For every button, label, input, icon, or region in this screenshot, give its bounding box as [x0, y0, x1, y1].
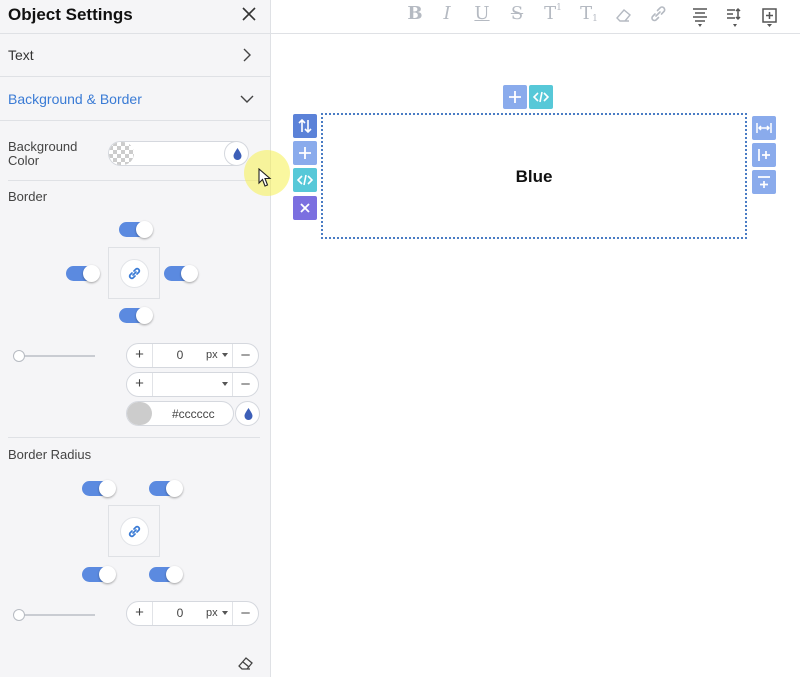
- plus-icon: [299, 147, 311, 159]
- superscript-button[interactable]: T1: [542, 3, 564, 27]
- divider: [8, 180, 260, 181]
- transparent-swatch[interactable]: [109, 142, 134, 165]
- border-style-decrease-button[interactable]: –: [232, 373, 258, 396]
- underline-button[interactable]: U: [473, 3, 491, 27]
- add-column-button[interactable]: [752, 143, 776, 167]
- border-radius-increase-button[interactable]: +: [127, 602, 153, 625]
- caret-down-icon[interactable]: [222, 382, 228, 386]
- radius-link-button[interactable]: [120, 517, 149, 546]
- border-width-slider[interactable]: [13, 350, 95, 362]
- section-text[interactable]: Text: [0, 34, 270, 77]
- subscript-button[interactable]: T1: [577, 3, 601, 27]
- border-color-picker-button[interactable]: [235, 401, 260, 426]
- border-radius-slider[interactable]: [13, 609, 95, 621]
- plus-icon: [509, 91, 521, 103]
- color-drop-icon: [244, 408, 253, 420]
- italic-button[interactable]: I: [439, 3, 455, 27]
- strikethrough-button[interactable]: S: [508, 3, 526, 27]
- panel-header: Object Settings: [0, 0, 270, 34]
- move-element-button[interactable]: [293, 114, 317, 138]
- link-icon[interactable]: [648, 4, 668, 24]
- object-settings-panel: Object Settings Text Background & Border…: [0, 0, 271, 677]
- link-icon: [128, 525, 141, 538]
- border-width-increase-button[interactable]: +: [127, 344, 153, 367]
- line-height-icon[interactable]: [725, 6, 745, 28]
- border-bottom-toggle[interactable]: [119, 307, 153, 324]
- color-drop-icon: [233, 148, 242, 160]
- delete-element-button[interactable]: [293, 196, 317, 220]
- code-icon: [532, 91, 550, 103]
- radius-top-left-toggle[interactable]: [82, 480, 116, 497]
- border-radius-label: Border Radius: [8, 447, 92, 462]
- border-radius-unit[interactable]: px: [206, 607, 218, 619]
- cursor-highlight: [244, 150, 290, 196]
- radius-top-right-toggle[interactable]: [149, 480, 183, 497]
- code-element-button[interactable]: [529, 85, 553, 109]
- chevron-down-icon: [240, 95, 254, 103]
- chevron-right-icon: [243, 48, 251, 62]
- expand-horizontal-icon: [756, 123, 772, 133]
- background-color-label: Background Color: [8, 140, 77, 168]
- border-radius-decrease-button[interactable]: –: [232, 602, 258, 625]
- panel-title: Object Settings: [8, 5, 133, 24]
- border-top-toggle[interactable]: [119, 221, 153, 238]
- border-left-toggle[interactable]: [66, 265, 100, 282]
- slider-knob[interactable]: [13, 609, 25, 621]
- clear-format-icon[interactable]: [614, 5, 634, 25]
- close-button[interactable]: [238, 3, 260, 25]
- code-icon: [296, 174, 314, 186]
- radius-bottom-right-toggle[interactable]: [149, 566, 183, 583]
- border-width-stepper: + 0 px –: [126, 343, 259, 368]
- background-color-label-line1: Background: [8, 139, 78, 154]
- border-color-field[interactable]: #cccccc: [126, 401, 234, 426]
- close-icon: [300, 203, 310, 213]
- formatting-toolbar: B I U S T1 T1: [271, 0, 800, 34]
- bold-button[interactable]: B: [406, 3, 424, 27]
- close-icon: [242, 7, 256, 21]
- slider-knob[interactable]: [13, 350, 25, 362]
- border-radius-stepper: + 0 px –: [126, 601, 259, 626]
- border-width-decrease-button[interactable]: –: [232, 344, 258, 367]
- link-icon: [128, 267, 141, 280]
- caret-down-icon: [222, 353, 228, 357]
- mouse-pointer-icon: [258, 168, 272, 187]
- border-link-box: [108, 247, 160, 299]
- subscript-label: T: [580, 3, 593, 24]
- border-color-hex[interactable]: #cccccc: [172, 407, 215, 421]
- border-right-toggle[interactable]: [164, 265, 198, 282]
- superscript-label: T: [544, 3, 557, 24]
- border-style-increase-button[interactable]: +: [127, 373, 153, 396]
- code-view-button[interactable]: [293, 168, 317, 192]
- border-radius-value[interactable]: 0: [167, 606, 193, 620]
- section-background-border[interactable]: Background & Border: [0, 78, 270, 121]
- border-color-swatch[interactable]: [127, 402, 152, 425]
- border-link-button[interactable]: [120, 259, 149, 288]
- add-row-button[interactable]: [752, 170, 776, 194]
- caret-down-icon: [222, 611, 228, 615]
- align-center-icon[interactable]: [690, 6, 710, 28]
- radius-bottom-left-toggle[interactable]: [82, 566, 116, 583]
- slider-track: [17, 614, 95, 616]
- border-width-unit[interactable]: px: [206, 349, 218, 361]
- add-column-icon: [758, 149, 770, 161]
- full-width-button[interactable]: [752, 116, 776, 140]
- section-background-border-label: Background & Border: [8, 91, 142, 107]
- slider-track: [17, 355, 95, 357]
- border-style-stepper: + –: [126, 372, 259, 397]
- selected-element[interactable]: Blue: [321, 113, 747, 239]
- border-label: Border: [8, 189, 48, 204]
- add-element-button[interactable]: [293, 141, 317, 165]
- divider: [8, 437, 260, 438]
- add-row-icon: [758, 176, 770, 188]
- element-text[interactable]: Blue: [323, 167, 745, 187]
- section-text-label: Text: [8, 47, 34, 63]
- radius-link-box: [108, 505, 160, 557]
- insert-element-icon[interactable]: [760, 6, 780, 28]
- background-color-label-line2: Color: [8, 153, 40, 168]
- eraser-icon[interactable]: [236, 654, 256, 672]
- border-width-value[interactable]: 0: [167, 348, 193, 362]
- move-vertical-icon: [298, 118, 312, 134]
- add-element-above-button[interactable]: [503, 85, 527, 109]
